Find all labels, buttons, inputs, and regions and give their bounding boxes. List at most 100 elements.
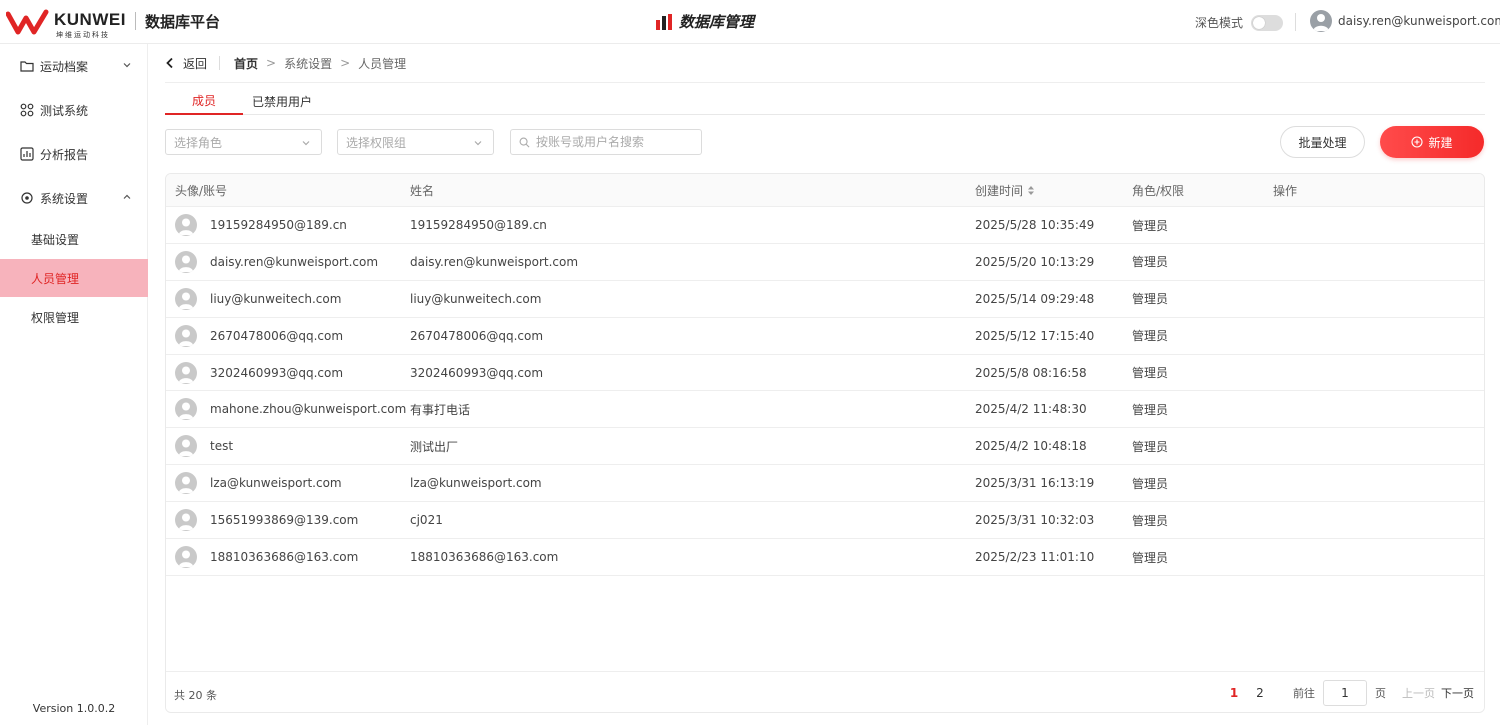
sidebar-item-analysis-report[interactable]: 分析报告 bbox=[0, 132, 148, 176]
chevron-down-icon bbox=[123, 63, 131, 68]
page-2[interactable]: 2 bbox=[1247, 686, 1273, 700]
table-row[interactable]: test 测试出厂 2025/4/2 10:48:18 管理员 bbox=[166, 428, 1484, 466]
permission-group-select[interactable]: 选择权限组 bbox=[337, 129, 494, 155]
sidebar-subitem-label: 人员管理 bbox=[31, 271, 80, 286]
members-table: 头像/账号 姓名 创建时间 角色/权限 操作 19159284950@189.c… bbox=[165, 173, 1485, 713]
sidebar-subitem-permission-management[interactable]: 权限管理 bbox=[0, 298, 148, 336]
column-header-created-label: 创建时间 bbox=[975, 184, 1024, 198]
grid-icon bbox=[20, 103, 34, 117]
user-avatar-icon bbox=[175, 250, 197, 273]
bar-chart-icon bbox=[656, 13, 672, 30]
plus-circle-icon bbox=[1411, 136, 1424, 148]
cell-account: 18810363686@163.com bbox=[210, 550, 359, 565]
new-button-label: 新建 bbox=[1428, 135, 1453, 150]
sort-icon bbox=[1028, 186, 1035, 195]
new-button[interactable]: 新建 bbox=[1380, 126, 1484, 158]
dark-mode-toggle[interactable] bbox=[1251, 14, 1284, 31]
table-row[interactable]: daisy.ren@kunweisport.com daisy.ren@kunwe… bbox=[166, 244, 1484, 281]
role-select[interactable]: 选择角色 bbox=[165, 129, 322, 155]
batch-process-button[interactable]: 批量处理 bbox=[1280, 126, 1365, 158]
cell-name: 19159284950@189.cn bbox=[410, 218, 547, 232]
brand-logo[interactable]: KUNWEI 坤维运动科技 bbox=[6, 8, 131, 39]
cell-name: 3202460993@qq.com bbox=[410, 365, 544, 380]
app-version: Version 1.0.0.2 bbox=[32, 702, 116, 715]
user-menu[interactable]: daisy.ren@kunweisport.com bbox=[1310, 10, 1500, 32]
center-title: 数据库管理 bbox=[655, 11, 754, 32]
cell-name: 18810363686@163.com bbox=[410, 550, 559, 565]
cell-account: 19159284950@189.cn bbox=[210, 218, 347, 232]
table-row[interactable]: 18810363686@163.com 18810363686@163.com 20… bbox=[166, 539, 1484, 576]
sidebar-subitem-personnel-management[interactable]: 人员管理 bbox=[0, 259, 148, 297]
table-row[interactable]: 2670478006@qq.com 2670478006@qq.com 2025/5… bbox=[166, 318, 1484, 355]
breadcrumb-current: 人员管理 bbox=[358, 56, 407, 71]
platform-title: 数据库平台 bbox=[145, 13, 221, 31]
sidebar-item-sports-archive[interactable]: 运动档案 bbox=[0, 44, 148, 88]
user-avatar-icon bbox=[1310, 10, 1332, 32]
center-title-text: 数据库管理 bbox=[679, 13, 755, 31]
page-1[interactable]: 1 bbox=[1221, 686, 1247, 700]
user-avatar-icon bbox=[175, 361, 197, 384]
goto-page-input[interactable] bbox=[1323, 680, 1367, 706]
user-avatar-icon bbox=[175, 435, 197, 458]
cell-role: 管理员 bbox=[1132, 366, 1169, 381]
cell-role: 管理员 bbox=[1132, 218, 1169, 233]
prev-page-button[interactable]: 上一页 bbox=[1402, 685, 1435, 701]
role-select-placeholder: 选择角色 bbox=[174, 135, 223, 150]
sidebar-item-test-system[interactable]: 测试系统 bbox=[0, 88, 148, 132]
table-row[interactable]: mahone.zhou@kunweisport.com 有事打电话 2025/4/2… bbox=[166, 391, 1484, 429]
logo-text: KUNWEI bbox=[54, 10, 126, 29]
cell-name: daisy.ren@kunweisport.com bbox=[410, 254, 579, 269]
tab-members[interactable]: 成员 bbox=[165, 88, 243, 115]
user-avatar-icon bbox=[175, 287, 197, 310]
back-button[interactable]: 返回 bbox=[165, 55, 219, 72]
cell-account: daisy.ren@kunweisport.com bbox=[210, 254, 379, 269]
kunwei-logo-icon bbox=[6, 9, 49, 35]
cell-role: 管理员 bbox=[1132, 292, 1169, 307]
cell-account: 15651993869@139.com bbox=[210, 513, 359, 528]
column-header-created[interactable]: 创建时间 bbox=[975, 174, 1035, 207]
cell-name: 2670478006@qq.com bbox=[410, 328, 544, 343]
cell-role: 管理员 bbox=[1132, 329, 1169, 344]
search-box bbox=[510, 129, 702, 155]
cell-account: test bbox=[210, 439, 234, 454]
chevron-up-icon bbox=[123, 194, 131, 199]
pagination: 1 2 前往 页 上一页 下一页 bbox=[1221, 680, 1474, 706]
table-row[interactable]: 15651993869@139.com cj021 2025/3/31 10:32:… bbox=[166, 502, 1484, 540]
chevron-left-icon bbox=[166, 57, 173, 69]
cell-account: liuy@kunweitech.com bbox=[210, 291, 342, 306]
next-page-button[interactable]: 下一页 bbox=[1441, 685, 1474, 701]
cell-role: 管理员 bbox=[1132, 439, 1169, 454]
sidebar-subitem-label: 基础设置 bbox=[31, 232, 80, 247]
permission-group-placeholder: 选择权限组 bbox=[346, 135, 407, 150]
sidebar-item-label: 系统设置 bbox=[40, 191, 89, 206]
dark-mode-control: 深色模式 bbox=[1195, 14, 1284, 31]
breadcrumb: 返回 首页 > 系统设置 > 人员管理 bbox=[165, 44, 1485, 83]
table-row[interactable]: liuy@kunweitech.com liuy@kunweitech.com 20… bbox=[166, 281, 1484, 318]
breadcrumb-home[interactable]: 首页 bbox=[234, 55, 258, 72]
cell-role: 管理员 bbox=[1132, 402, 1169, 417]
cell-name: 有事打电话 bbox=[410, 402, 471, 417]
sidebar-subitem-label: 权限管理 bbox=[31, 310, 80, 325]
folder-icon bbox=[20, 61, 34, 72]
breadcrumb-arrow: > bbox=[266, 56, 277, 70]
cell-account: 3202460993@qq.com bbox=[210, 365, 344, 380]
top-header: KUNWEI 坤维运动科技 数据库平台 数据库管理 深色模式 daisy.ren… bbox=[0, 0, 1500, 44]
cell-created-time: 2025/5/12 17:15:40 bbox=[975, 328, 1095, 343]
user-avatar-icon bbox=[175, 472, 197, 495]
header-separator bbox=[1295, 13, 1296, 31]
user-avatar-icon bbox=[175, 546, 197, 569]
cell-created-time: 2025/5/20 10:13:29 bbox=[975, 254, 1095, 269]
table-row[interactable]: lza@kunweisport.com lza@kunweisport.com 20… bbox=[166, 465, 1484, 503]
tab-disabled-users[interactable]: 已禁用用户 bbox=[245, 88, 319, 115]
chevron-down-icon bbox=[302, 141, 310, 146]
user-avatar-icon bbox=[175, 214, 197, 236]
chart-icon bbox=[20, 147, 34, 161]
table-row[interactable]: 3202460993@qq.com 3202460993@qq.com 2025/5… bbox=[166, 355, 1484, 392]
sidebar-subitem-basic-settings[interactable]: 基础设置 bbox=[0, 220, 148, 258]
sidebar-item-system-settings[interactable]: 系统设置 bbox=[0, 176, 148, 220]
table-row[interactable]: 19159284950@189.cn 19159284950@189.cn 2025… bbox=[166, 207, 1484, 244]
column-header-name: 姓名 bbox=[410, 184, 435, 198]
breadcrumb-system-settings[interactable]: 系统设置 bbox=[284, 55, 332, 72]
search-input[interactable] bbox=[536, 135, 686, 149]
cell-role: 管理员 bbox=[1132, 476, 1169, 491]
